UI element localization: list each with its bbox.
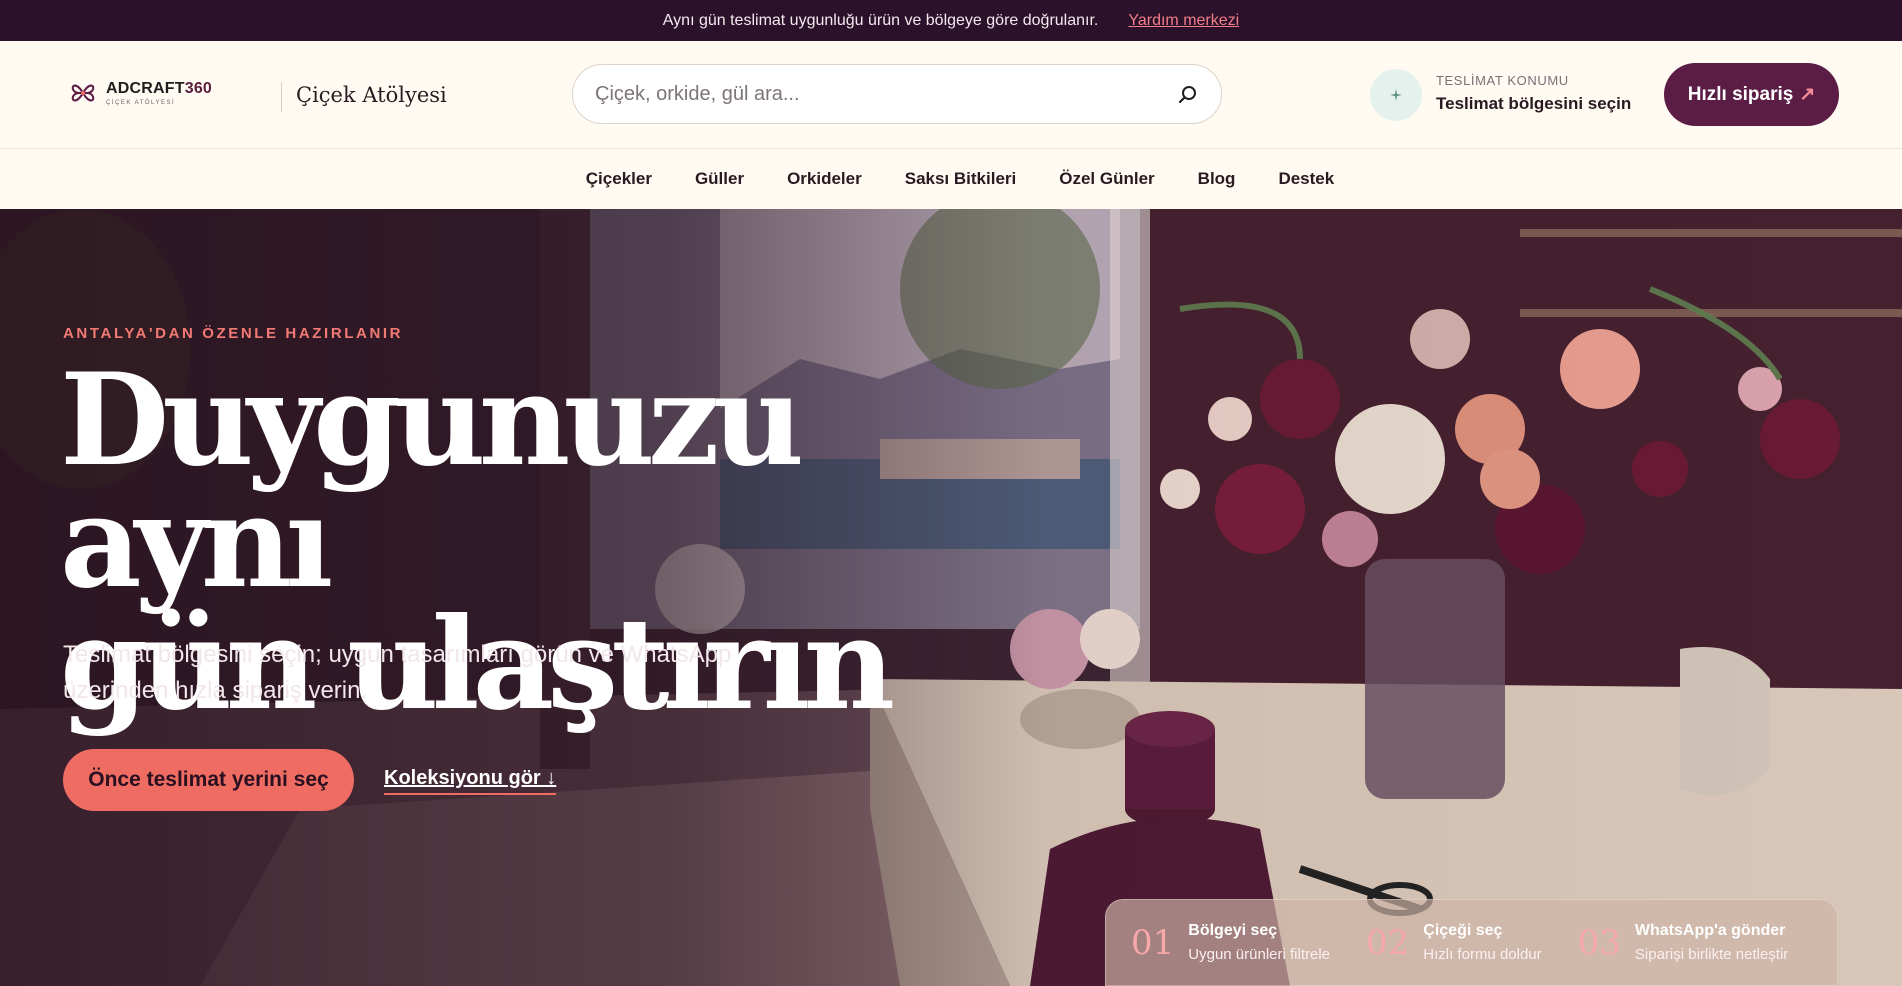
location-sparkle-icon	[1390, 89, 1402, 101]
nav-item-blog[interactable]: Blog	[1198, 169, 1236, 189]
search-bar	[572, 64, 1222, 124]
nav-item-cicekler[interactable]: Çiçekler	[586, 169, 652, 189]
announcement-bar: Aynı gün teslimat uygunluğu ürün ve bölg…	[0, 0, 1902, 41]
logo[interactable]: ADCRAFT360 ÇİÇEK ATÖLYESİ	[68, 78, 212, 108]
nav-item-saksi-bitkileri[interactable]: Saksı Bitkileri	[905, 169, 1017, 189]
delivery-location-value: Teslimat bölgesini seçin	[1436, 94, 1632, 113]
help-center-link[interactable]: Yardım merkezi	[1128, 12, 1239, 30]
order-steps-panel: 01 Bölgeyi seç Uygun ürünleri filtrele 0…	[1105, 899, 1838, 986]
nav-item-orkideler[interactable]: Orkideler	[787, 169, 862, 189]
search-input[interactable]	[595, 82, 1177, 106]
step-item: 01 Bölgeyi seç Uygun ürünleri filtrele	[1131, 922, 1330, 963]
nav-item-destek[interactable]: Destek	[1278, 169, 1334, 189]
quick-order-label: Hızlı sipariş	[1687, 83, 1794, 105]
nav-item-ozel-gunler[interactable]: Özel Günler	[1059, 169, 1154, 189]
hero-subheadline: Teslimat bölgesini seçin; uygun tasarıml…	[63, 641, 732, 704]
nav-item-guller[interactable]: Güller	[695, 169, 744, 189]
hero-section: ANTALYA'DAN ÖZENLE HAZIRLANIR Duygunuzu …	[0, 209, 1902, 986]
step-description: Hızlı formu doldur	[1423, 946, 1542, 963]
step-description: Uygun ürünleri filtrele	[1188, 946, 1330, 963]
step-description: Siparişi birlikte netleştir	[1634, 946, 1789, 963]
step-title: WhatsApp'a gönder	[1634, 922, 1786, 939]
step-item: 02 Çiçeği seç Hızlı formu doldur	[1366, 922, 1542, 963]
hero-eyebrow: ANTALYA'DAN ÖZENLE HAZIRLANIR	[63, 325, 404, 342]
search-icon[interactable]	[1177, 83, 1199, 105]
delivery-location-label: TESLİMAT KONUMU	[1436, 73, 1569, 88]
step-number: 02	[1366, 922, 1410, 963]
step-number: 03	[1577, 922, 1621, 963]
arrow-up-right-icon: ↗	[1799, 84, 1816, 105]
flower-logo-icon	[71, 84, 95, 102]
brand-name: Çiçek Atölyesi	[296, 83, 447, 107]
site-header: ADCRAFT360 ÇİÇEK ATÖLYESİ Çiçek Atölyesi…	[0, 41, 1902, 149]
delivery-location[interactable]: TESLİMAT KONUMU Teslimat bölgesini seçin	[1436, 73, 1631, 114]
announcement-text: Aynı gün teslimat uygunluğu ürün ve bölg…	[662, 11, 1099, 29]
location-pin-badge[interactable]	[1370, 69, 1422, 121]
logo-divider	[281, 82, 282, 112]
view-collection-link[interactable]: Koleksiyonu gör ↓	[384, 767, 557, 795]
step-title: Çiçeği seç	[1423, 922, 1503, 939]
step-item: 03 WhatsApp'a gönder Siparişi birlikte n…	[1578, 922, 1789, 963]
step-title: Bölgeyi seç	[1188, 922, 1278, 939]
main-nav: Çiçekler Güller Orkideler Saksı Bitkiler…	[0, 149, 1902, 209]
logo-subtitle: ÇİÇEK ATÖLYESİ	[106, 99, 176, 106]
step-number: 01	[1131, 922, 1175, 963]
quick-order-button[interactable]: Hızlı sipariş ↗	[1664, 63, 1839, 126]
logo-name: ADCRAFT360	[106, 79, 213, 97]
hero-headline-line1: Duygunuzu aynı	[60, 346, 804, 616]
choose-delivery-location-button[interactable]: Önce teslimat yerini seç	[63, 749, 354, 811]
